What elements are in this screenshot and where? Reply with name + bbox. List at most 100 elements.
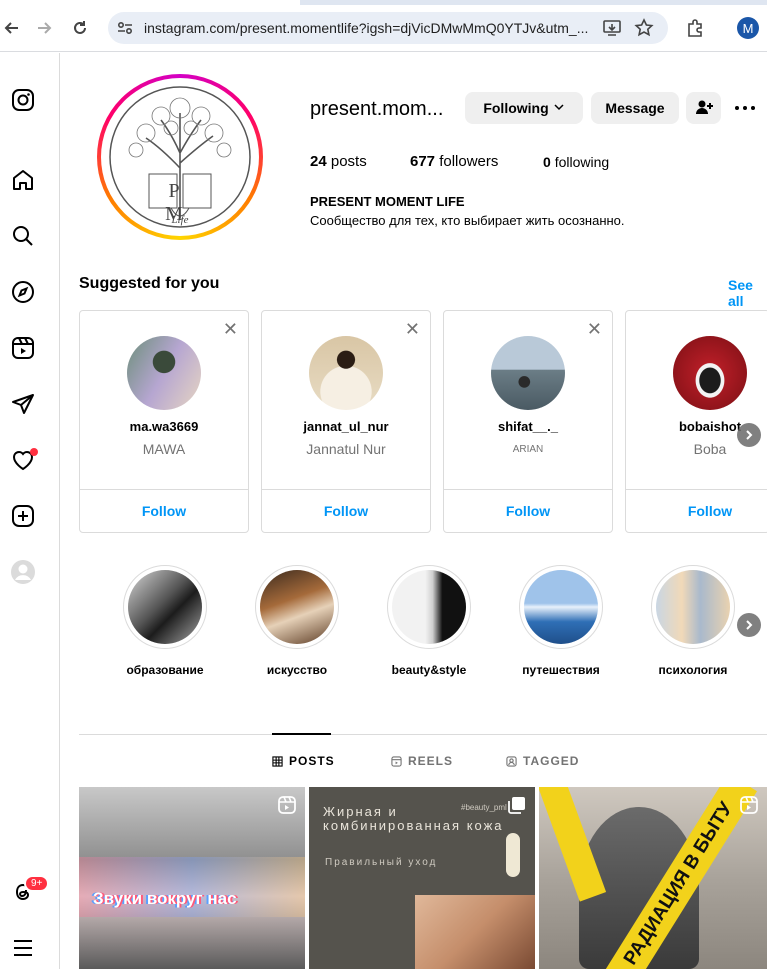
followers-count-value: 677	[410, 153, 436, 170]
dismiss-icon[interactable]: ✕	[405, 319, 420, 340]
highlight-ring	[255, 565, 339, 649]
highlight-ring	[519, 565, 603, 649]
posts-count-value: 24	[310, 153, 327, 170]
chevron-right-icon	[746, 620, 753, 630]
active-tab[interactable]	[0, 0, 300, 5]
tab-tagged-label: TAGGED	[523, 754, 580, 768]
post-thumbnail[interactable]: РАДИАЦИЯ В БЫТУ	[539, 787, 767, 969]
threads-badge: 9+	[24, 875, 50, 892]
suggested-username[interactable]: shifat__._	[444, 419, 612, 434]
suggested-title: Suggested for you	[79, 275, 220, 292]
post-face-photo	[415, 895, 535, 969]
followers-count-label: followers	[439, 153, 499, 170]
posts-count: 24 posts	[310, 153, 367, 170]
browser-toolbar: instagram.com/present.momentlife?igsh=dj…	[0, 0, 767, 52]
extensions-icon[interactable]	[683, 16, 707, 40]
profile-icon[interactable]	[10, 559, 36, 585]
suggested-card[interactable]: ✕ ma.wa3669 MAWA Follow	[79, 310, 249, 533]
install-app-icon[interactable]	[602, 18, 622, 43]
post-sub-text: Правильный уход	[325, 857, 438, 868]
tab-posts[interactable]: POSTS	[272, 754, 335, 768]
avatar[interactable]	[673, 336, 747, 410]
dismiss-icon[interactable]: ✕	[587, 319, 602, 340]
more-options-icon[interactable]	[733, 96, 757, 120]
follow-button[interactable]: Follow	[626, 489, 767, 533]
avatar[interactable]	[127, 336, 201, 410]
next-suggestions-button[interactable]	[737, 423, 761, 447]
messages-icon[interactable]	[10, 391, 36, 417]
notification-dot	[30, 448, 38, 456]
active-tab-indicator	[272, 733, 331, 735]
following-count-value: 0	[543, 154, 551, 170]
tab-reels-label: REELS	[408, 754, 454, 768]
reels-icon	[391, 755, 402, 767]
chevron-right-icon	[746, 430, 753, 440]
search-icon[interactable]	[10, 223, 36, 249]
post-overlay-text: Звуки вокруг нас	[93, 889, 237, 908]
highlight-label: beauty&style	[391, 663, 467, 677]
message-button[interactable]: Message	[591, 92, 679, 124]
suggest-people-button[interactable]	[686, 92, 721, 124]
suggested-card[interactable]: ✕ jannat_ul_nur Jannatul Nur Follow	[261, 310, 431, 533]
avatar[interactable]	[309, 336, 383, 410]
bio-name: PRESENT MOMENT LIFE	[310, 194, 465, 209]
reel-icon	[277, 795, 297, 820]
suggested-card[interactable]: ✕ shifat__._ ARIAN Follow	[443, 310, 613, 533]
highlight-label: искусство	[266, 663, 328, 677]
highlight-cover	[260, 570, 334, 644]
instagram-icon[interactable]	[10, 87, 36, 113]
suggested-card[interactable]: bobaishot Boba Follow	[625, 310, 767, 533]
tab-strip	[0, 0, 767, 5]
post-thumbnail[interactable]: #beauty_pml Жирная и комбинированная кож…	[309, 787, 535, 969]
highlight-cover	[656, 570, 730, 644]
explore-icon[interactable]	[10, 279, 36, 305]
reels-icon[interactable]	[10, 335, 36, 361]
post-thumbnail[interactable]: Звуки вокруг нас	[79, 787, 305, 969]
followers-count[interactable]: 677 followers	[410, 153, 498, 170]
posts-count-label: posts	[330, 153, 367, 170]
tabs-divider	[79, 734, 767, 735]
url-text[interactable]: instagram.com/present.momentlife?igsh=dj…	[144, 20, 589, 36]
tab-reels[interactable]: REELS	[391, 754, 453, 768]
profile-username: present.mom...	[310, 98, 444, 120]
site-settings-icon[interactable]	[116, 19, 134, 42]
browser-profile-avatar[interactable]: M	[737, 17, 759, 39]
bookmark-star-icon[interactable]	[634, 18, 654, 43]
highlight-label: психология	[658, 663, 728, 677]
forward-icon[interactable]	[32, 16, 56, 40]
grid-icon	[272, 755, 283, 767]
tab-tagged[interactable]: TAGGED	[506, 754, 579, 768]
tagged-icon	[506, 755, 517, 767]
tab-posts-label: POSTS	[289, 754, 335, 768]
home-icon[interactable]	[10, 167, 36, 193]
follow-button[interactable]: Follow	[262, 489, 430, 533]
follow-button[interactable]: Follow	[444, 489, 612, 533]
suggested-username[interactable]: ma.wa3669	[80, 419, 248, 434]
sidebar-nav: 9+	[0, 53, 60, 969]
address-bar[interactable]: instagram.com/present.momentlife?igsh=dj…	[108, 12, 668, 44]
multiple-photos-icon	[507, 795, 527, 820]
menu-icon[interactable]	[10, 935, 36, 961]
dismiss-icon[interactable]: ✕	[223, 319, 238, 340]
profile-picture[interactable]: P M Life	[97, 74, 263, 240]
profile-logo: P M Life	[101, 78, 259, 236]
back-icon[interactable]	[0, 16, 24, 40]
bio-text: Сообщество для тех, кто выбирает жить ос…	[310, 213, 625, 228]
logo-script: Life	[171, 214, 189, 226]
following-count[interactable]: 0 following	[543, 154, 609, 170]
following-button[interactable]: Following	[465, 92, 583, 124]
create-icon[interactable]	[10, 503, 36, 529]
highlight-ring	[387, 565, 471, 649]
follow-button[interactable]: Follow	[80, 489, 248, 533]
next-highlights-button[interactable]	[737, 613, 761, 637]
post-overlay-text: Жирная и комбинированная кожа	[323, 804, 504, 833]
following-button-label: Following	[483, 100, 549, 116]
add-person-icon	[695, 98, 713, 119]
highlight-ring	[651, 565, 735, 649]
reload-icon[interactable]	[68, 16, 92, 40]
avatar[interactable]	[491, 336, 565, 410]
suggested-username[interactable]: jannat_ul_nur	[262, 419, 430, 434]
highlight-label: образование	[126, 663, 204, 677]
highlight-cover	[128, 570, 202, 644]
see-all-link[interactable]: See all	[728, 277, 767, 309]
